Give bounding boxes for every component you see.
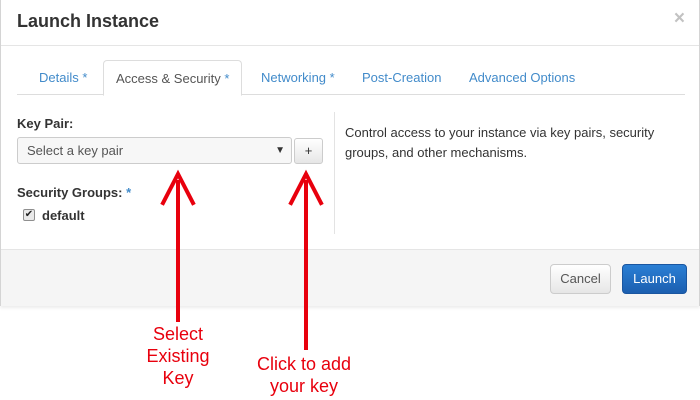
annotation-select-existing-key: Select Existing Key [128,323,228,389]
annotation-click-to-add-key: Click to add your key [240,353,368,397]
arrow-up-icon [160,169,196,322]
annotation-line: Existing [146,346,210,366]
annotation-line: Key [162,368,194,388]
annotation-line: Click to add [256,354,352,374]
arrow-up-icon [288,169,324,350]
annotation-arrows [160,169,324,350]
annotation-line: your key [269,376,339,396]
annotation-line: Select [152,324,204,344]
